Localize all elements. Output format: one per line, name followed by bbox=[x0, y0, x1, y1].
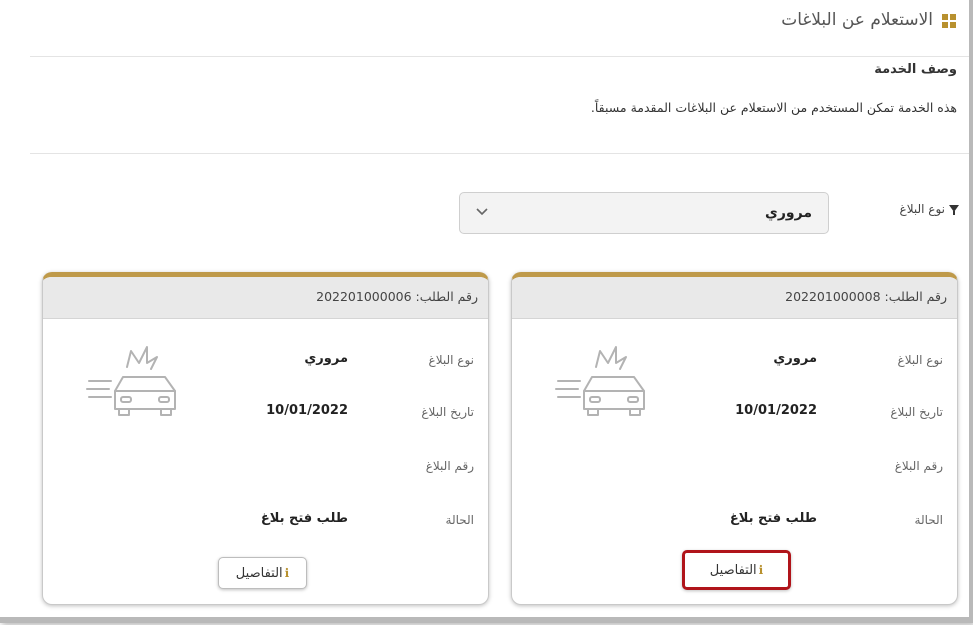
date-label: تاريخ البلاغ bbox=[421, 405, 474, 419]
car-crash-icon bbox=[86, 346, 176, 416]
card-header: رقم الطلب: 202201000006 bbox=[43, 277, 488, 319]
details-button[interactable]: ℹ التفاصيل bbox=[218, 557, 307, 589]
description-text: هذه الخدمة تمكن المستخدم من الاستعلام عن… bbox=[590, 100, 957, 115]
request-number: رقم الطلب: 202201000008 bbox=[785, 289, 947, 304]
divider bbox=[30, 153, 969, 154]
report-card: رقم الطلب: 202201000006 نوع البلاغ مروري… bbox=[42, 272, 489, 605]
type-label: نوع البلاغ bbox=[428, 353, 474, 367]
status-label: الحالة bbox=[445, 513, 474, 527]
request-number: رقم الطلب: 202201000006 bbox=[316, 289, 478, 304]
app-frame: الاستعلام عن البلاغات وصف الخدمة هذه الخ… bbox=[0, 0, 973, 623]
type-value: مروري bbox=[304, 351, 348, 366]
type-value: مروري bbox=[773, 351, 817, 366]
select-value: مروري bbox=[765, 205, 812, 221]
report-number-label: رقم البلاغ bbox=[425, 459, 474, 473]
status-value: طلب فتح بلاغ bbox=[729, 511, 817, 526]
details-button[interactable]: ℹ التفاصيل bbox=[682, 550, 791, 590]
chevron-down-icon bbox=[476, 208, 488, 216]
description-heading: وصف الخدمة bbox=[874, 62, 957, 77]
filter-label: نوع البلاغ bbox=[899, 202, 945, 216]
filter-icon-stem bbox=[953, 211, 955, 215]
details-button-label: التفاصيل bbox=[709, 562, 757, 578]
report-type-select[interactable]: مروري bbox=[459, 192, 829, 234]
date-label: تاريخ البلاغ bbox=[890, 405, 943, 419]
info-icon: ℹ bbox=[284, 566, 290, 580]
grid-icon bbox=[942, 14, 957, 29]
report-card: رقم الطلب: 202201000008 نوع البلاغ مروري… bbox=[511, 272, 958, 605]
divider bbox=[30, 56, 969, 57]
page-title: الاستعلام عن البلاغات bbox=[781, 10, 933, 30]
status-label: الحالة bbox=[914, 513, 943, 527]
report-number-label: رقم البلاغ bbox=[894, 459, 943, 473]
date-value: 10/01/2022 bbox=[735, 403, 817, 418]
type-label: نوع البلاغ bbox=[897, 353, 943, 367]
info-icon: ℹ bbox=[758, 563, 764, 577]
card-header: رقم الطلب: 202201000008 bbox=[512, 277, 957, 319]
details-button-label: التفاصيل bbox=[235, 565, 283, 581]
date-value: 10/01/2022 bbox=[266, 403, 348, 418]
car-crash-icon bbox=[555, 346, 645, 416]
status-value: طلب فتح بلاغ bbox=[260, 511, 348, 526]
